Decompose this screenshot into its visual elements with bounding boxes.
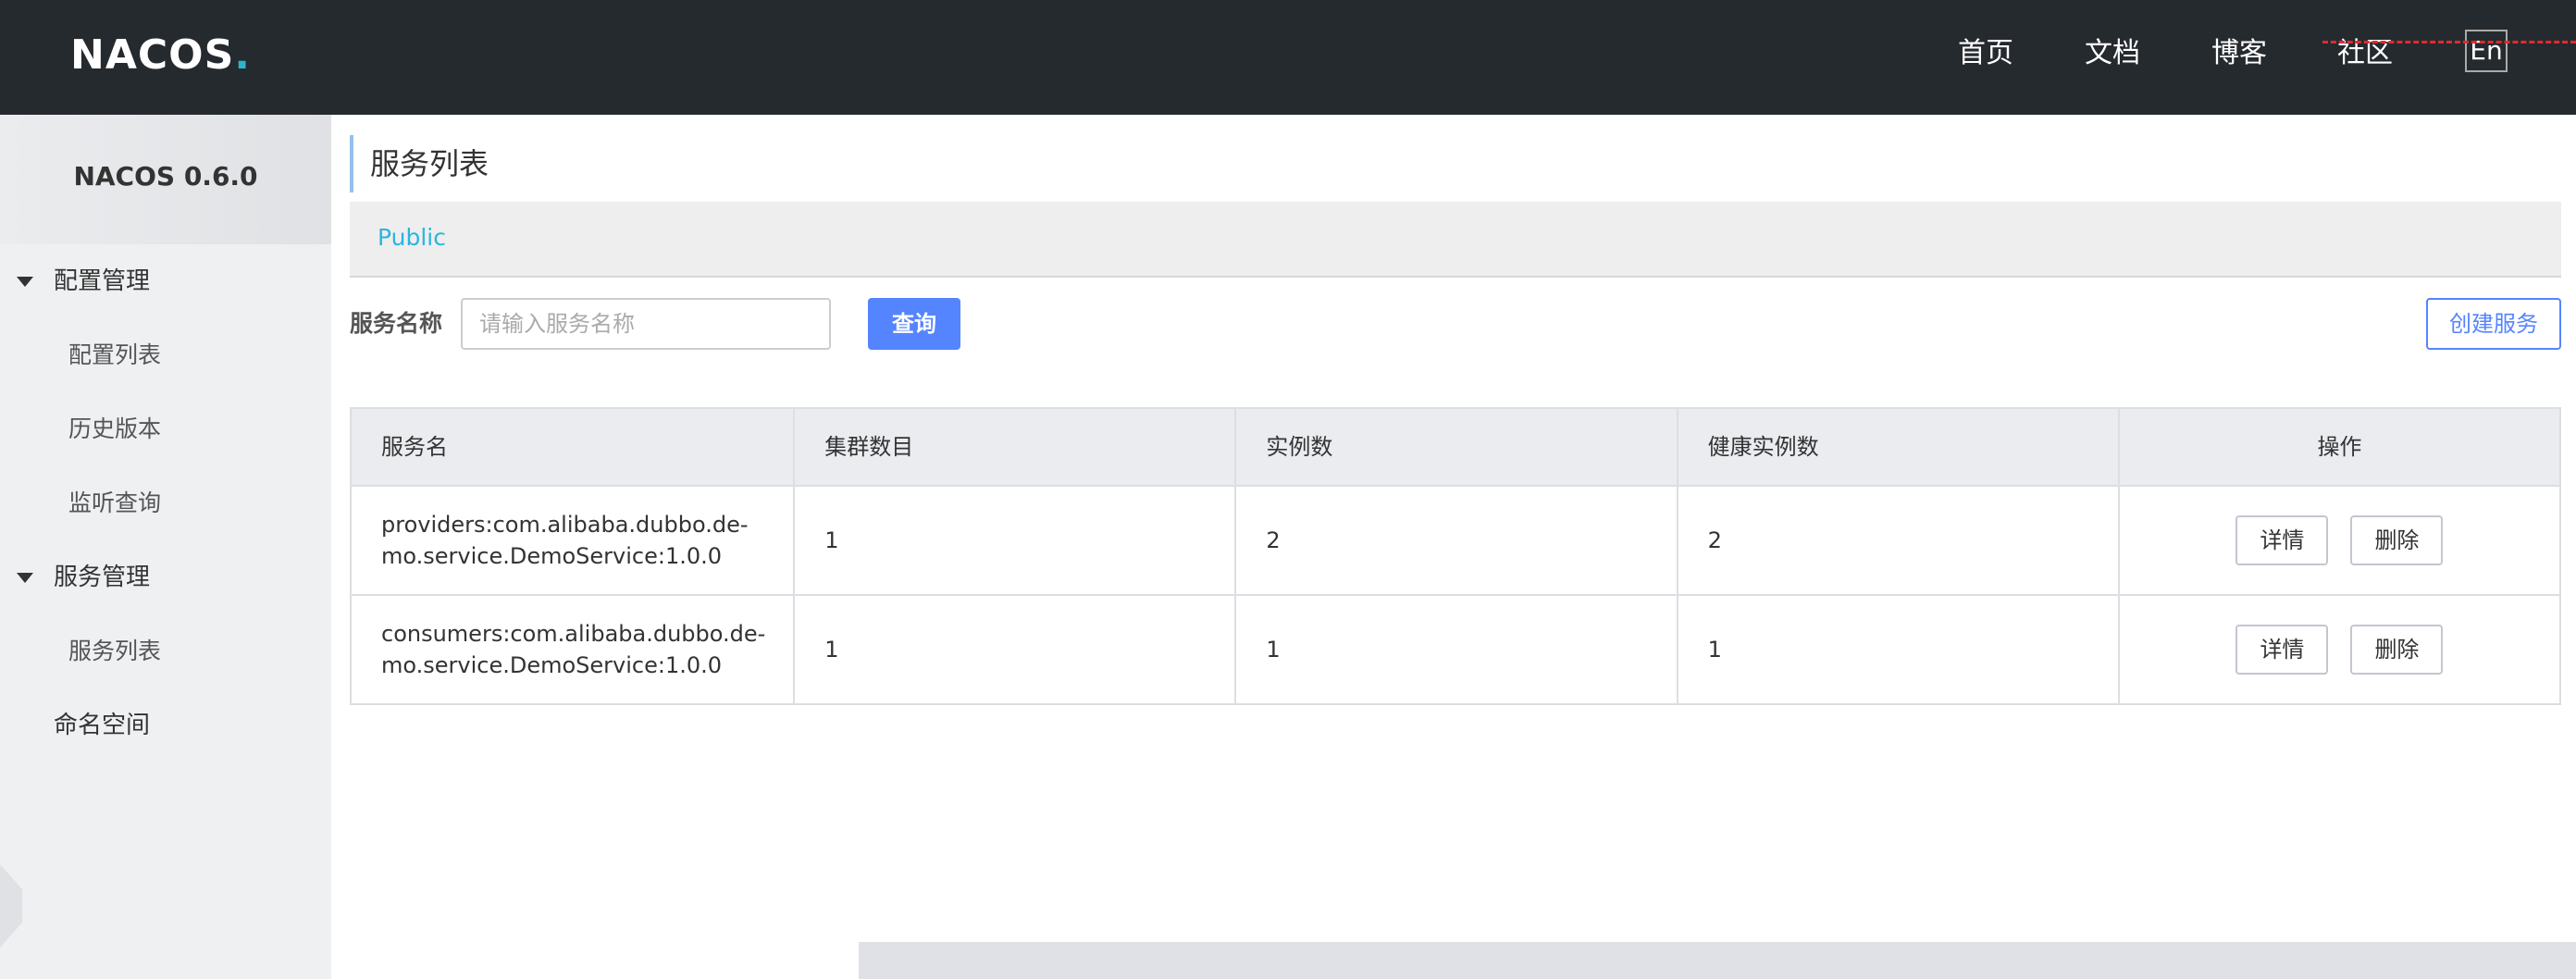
nav-blog[interactable]: 博客 [2211,28,2267,80]
service-name: consumers:com.alibaba.dubbo.de- mo.servi… [381,621,766,678]
service-name-search-input[interactable] [461,298,831,350]
caret-down-icon [17,277,33,287]
query-button[interactable]: 查询 [868,298,960,350]
namespace-public-link[interactable]: Public [378,224,446,251]
column-header-cluster-count: 集群数目 [793,409,1234,485]
version-label: NACOS 0.6.0 [73,161,258,192]
menu-group-config[interactable]: 配置管理 [0,263,331,300]
table-row: providers:com.alibaba.dubbo.de- mo.servi… [352,485,2559,594]
service-name-cell: providers:com.alibaba.dubbo.de- mo.servi… [352,487,793,594]
nav-docs[interactable]: 文档 [2085,28,2140,80]
sidebar-item-namespace[interactable]: 命名空间 [0,707,331,744]
sidebar-item-service-list[interactable]: 服务列表 [68,633,161,670]
sidebar-item-namespace-label: 命名空间 [54,712,151,739]
column-header-operations: 操作 [2117,409,2559,485]
table-row: consumers:com.alibaba.dubbo.de- mo.servi… [352,594,2559,703]
table-header-row: 服务名 集群数目 实例数 健康实例数 操作 [352,409,2559,485]
menu-group-service-label: 服务管理 [54,564,151,591]
nav-home[interactable]: 首页 [1958,28,2013,80]
service-name: providers:com.alibaba.dubbo.de- mo.servi… [381,512,749,569]
service-name-cell: consumers:com.alibaba.dubbo.de- mo.servi… [352,596,793,703]
create-service-button[interactable]: 创建服务 [2426,298,2561,350]
page-title: 服务列表 [350,135,489,192]
nav-community[interactable]: 社区 [2337,28,2393,80]
namespace-bar: Public [350,202,2561,278]
logo-text: NACOS [70,31,235,79]
sidebar: NACOS 0.6.0 配置管理 配置列表 历史版本 监听查询 服务管理 服务列… [0,115,331,979]
healthy-count-cell: 2 [1676,487,2118,594]
healthy-count-cell: 1 [1676,596,2118,703]
bottom-overlay-strip [859,942,2576,979]
sidebar-item-config-list[interactable]: 配置列表 [68,337,161,374]
menu-group-service[interactable]: 服务管理 [0,559,331,596]
caret-down-icon [17,573,33,583]
column-header-healthy-instance-count: 健康实例数 [1676,409,2118,485]
delete-button[interactable]: 删除 [2350,515,2444,565]
red-dashed-annotation-line [2322,41,2576,43]
top-navbar: NACOS. 首页 文档 博客 社区 En [0,0,2576,115]
operations-cell: 详情 删除 [2117,596,2559,703]
detail-button[interactable]: 详情 [2235,625,2329,675]
sidebar-item-listener-query[interactable]: 监听查询 [68,485,161,522]
sidebar-item-history[interactable]: 历史版本 [68,411,161,448]
cluster-count-cell: 1 [793,596,1234,703]
column-header-instance-count: 实例数 [1234,409,1676,485]
sidebar-header: NACOS 0.6.0 [0,115,331,244]
service-table: 服务名 集群数目 实例数 健康实例数 操作 providers:com.alib… [350,407,2561,705]
service-name-label: 服务名称 [350,310,443,337]
operations-cell: 详情 删除 [2117,487,2559,594]
menu-group-config-label: 配置管理 [54,267,151,295]
instance-count-cell: 1 [1234,596,1676,703]
logo-dot: . [234,31,251,79]
instance-count-cell: 2 [1234,487,1676,594]
delete-button[interactable]: 删除 [2350,625,2444,675]
cluster-count-cell: 1 [793,487,1234,594]
detail-button[interactable]: 详情 [2235,515,2329,565]
language-switch-button[interactable]: En [2465,30,2508,72]
column-header-service-name: 服务名 [381,434,448,460]
nacos-logo[interactable]: NACOS. [70,22,251,87]
sidebar-collapse-handle[interactable] [0,864,22,948]
